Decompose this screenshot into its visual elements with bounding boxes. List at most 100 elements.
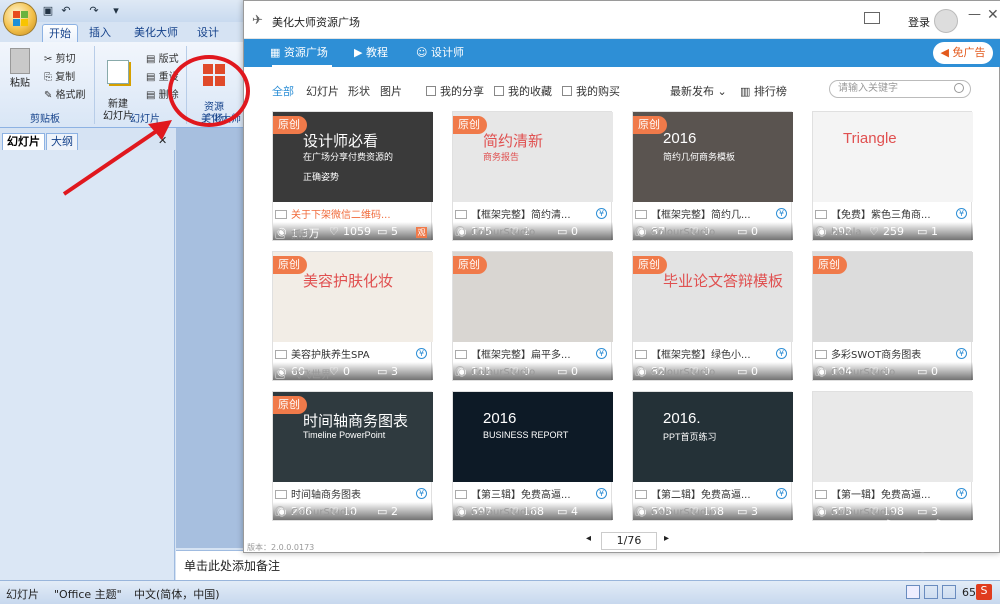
- resource-card[interactable]: 美容护肤化妆 原创 ◉ 60 ♡ 0 ▭ 3 美容护肤养生SPA 飞飞世界 ¥: [272, 251, 433, 381]
- redo-icon[interactable]: ↷: [86, 3, 102, 19]
- card-author[interactable]: ColourStudio: [275, 506, 355, 518]
- card-thumbnail[interactable]: [813, 392, 973, 482]
- my-favorites-checkbox[interactable]: 我的收藏: [494, 83, 552, 99]
- save-icon[interactable]: ▣: [40, 3, 56, 19]
- user-icon: [455, 366, 465, 376]
- sort-dropdown[interactable]: 最新发布 ⌄: [670, 83, 727, 99]
- remove-ads-button[interactable]: ◀ 免广告: [933, 42, 993, 64]
- card-title[interactable]: 美容护肤养生SPA: [275, 346, 429, 361]
- ranking-button[interactable]: ▥ 排行榜: [740, 83, 787, 99]
- card-author[interactable]: 飞飞世界: [275, 366, 331, 381]
- nav-designer[interactable]: ☺ 设计师: [416, 45, 464, 63]
- card-author[interactable]: ColourStudio: [455, 366, 535, 378]
- avatar[interactable]: [934, 9, 958, 33]
- filter-all[interactable]: 全部: [272, 83, 294, 99]
- card-title[interactable]: 多彩SWOT商务图表: [815, 346, 969, 361]
- card-title[interactable]: 【框架完整】简约几...: [635, 206, 789, 221]
- card-thumbnail[interactable]: Triangle: [813, 112, 973, 202]
- card-title[interactable]: 时间轴商务图表: [275, 486, 429, 501]
- card-author[interactable]: ColourStudio: [455, 226, 535, 238]
- card-title[interactable]: 【框架完整】绿色小...: [635, 346, 789, 361]
- tab-insert[interactable]: 插入: [84, 24, 116, 42]
- tab-design[interactable]: 设计: [192, 24, 224, 42]
- version-label: 版本：2.0.0.0173: [247, 543, 315, 552]
- my-purchases-checkbox[interactable]: 我的购买: [562, 83, 620, 99]
- resource-card[interactable]: 2016 简约几何商务模板 原创 ◉ 87 ♡ 0 ▭ 0 【框架完整】简约几... ColourS…: [632, 111, 793, 241]
- card-title[interactable]: 【免费】紫色三角商...: [815, 206, 969, 221]
- my-shares-checkbox[interactable]: 我的分享: [426, 83, 484, 99]
- cut-button[interactable]: ✂ 剪切: [44, 50, 76, 65]
- prev-page-icon[interactable]: ◂: [586, 533, 591, 544]
- normal-view-icon[interactable]: [906, 585, 920, 599]
- page-indicator[interactable]: 1/76: [601, 532, 657, 550]
- paste-button[interactable]: 粘贴: [6, 48, 34, 90]
- card-title-text: 【框架完整】扁平多...: [471, 350, 571, 361]
- like-count: 1059: [343, 225, 371, 238]
- login-link[interactable]: 登录: [908, 14, 930, 30]
- resource-card[interactable]: ◉ 353 ♡ 198 ▭ 3 【第一辑】免费高逼... ColourStudio ¥: [812, 391, 973, 521]
- card-title[interactable]: 【第三辑】免费高逼...: [455, 486, 609, 501]
- mail-icon[interactable]: [864, 12, 880, 24]
- close-icon[interactable]: ✕: [987, 7, 999, 23]
- customize-qat-icon[interactable]: ▾: [108, 3, 124, 19]
- tab-meihua[interactable]: 美化大师: [126, 24, 186, 42]
- slide-sorter-icon[interactable]: [924, 585, 938, 599]
- card-title[interactable]: 【框架完整】扁平多...: [455, 346, 609, 361]
- card-author[interactable]: ColourStudio: [635, 506, 715, 518]
- copy-button[interactable]: ⎘ 复制: [44, 68, 75, 83]
- resource-card[interactable]: 2016. PPT首页练习 ◉ 503 ♡ 158 ▭ 3 【第二辑】免费高逼... Colour…: [632, 391, 793, 521]
- nav-tutorial[interactable]: ▶ 教程: [354, 45, 388, 63]
- card-author[interactable]: ColourStudio: [455, 506, 535, 518]
- card-title[interactable]: 【框架完整】简约清...: [455, 206, 609, 221]
- dialog-title: 美化大师资源广场: [272, 16, 360, 29]
- search-input[interactable]: 请输入关键字: [829, 80, 971, 98]
- slide-thumbnail-panel[interactable]: [0, 150, 175, 580]
- filter-shapes[interactable]: 形状: [348, 83, 370, 99]
- tab-home[interactable]: 开始: [42, 24, 78, 42]
- comment-icon: ▭: [737, 365, 748, 378]
- next-page-icon[interactable]: ▸: [664, 533, 669, 544]
- like-count: 259: [883, 225, 904, 238]
- layout-button[interactable]: ▤ 版式: [146, 50, 179, 65]
- card-author[interactable]: ColourStudio: [635, 226, 715, 238]
- resource-card[interactable]: 毕业论文答辩模板 原创 ◉ 82 ♡ 0 ▭ 0 【框架完整】绿色小... ColourStudi…: [632, 251, 793, 381]
- comment-count: 5: [391, 225, 398, 238]
- resource-card[interactable]: 原创 ◉ 104 ♡ 0 ▭ 0 多彩SWOT商务图表 ColourStudio ¥: [812, 251, 973, 381]
- resource-card[interactable]: 设计师必看 在广场分享付费资源的 正确姿势 原创 ◉ 1.3万 ♡ 1059 ▭ 5 关于下架微信二…: [272, 111, 433, 241]
- resource-card[interactable]: Triangle ◉ 292 ♡ 259 ▭ 1 【免费】紫色三角商... bulala ¥: [812, 111, 973, 241]
- user-icon: [635, 226, 645, 236]
- card-author[interactable]: 抓抓: [275, 226, 311, 241]
- card-author[interactable]: ColourStudio: [635, 366, 715, 378]
- card-title[interactable]: 【第一辑】免费高逼...: [815, 486, 969, 501]
- author-name: ColourStudio: [471, 507, 536, 518]
- card-thumbnail[interactable]: 2016. PPT首页练习: [633, 392, 793, 482]
- filter-slides[interactable]: 幻灯片: [306, 83, 339, 99]
- card-title[interactable]: 【第二辑】免费高逼...: [635, 486, 789, 501]
- undo-icon[interactable]: ↶: [58, 3, 74, 19]
- bar-chart-icon: ▥: [740, 85, 754, 98]
- search-icon[interactable]: [954, 83, 964, 93]
- card-author[interactable]: ColourStudio: [815, 366, 895, 378]
- card-author[interactable]: bulala: [815, 226, 862, 238]
- heart-icon: ♡: [869, 225, 879, 238]
- filter-images[interactable]: 图片: [380, 83, 402, 99]
- minimize-icon[interactable]: —: [968, 7, 981, 22]
- resource-card[interactable]: 时间轴商务图表 Timeline PowerPoint 原创 ◉ 266 ♡ 10 ▭ 2 时间轴…: [272, 391, 433, 521]
- office-button[interactable]: [3, 2, 37, 36]
- slide-type-icon: [815, 350, 827, 359]
- nav-resource-square[interactable]: ▦ 资源广场: [270, 45, 332, 67]
- resource-card[interactable]: 简约清新 商务报告 原创 ◉ 175 ♡ 2 ▭ 0 【框架完整】简约清... ColourStud…: [452, 111, 613, 241]
- yen-icon: ¥: [776, 348, 787, 359]
- slideshow-icon[interactable]: [942, 585, 956, 599]
- resource-card[interactable]: 2016 BUSINESS REPORT ◉ 597 ♡ 168 ▭ 4 【第三辑】免费高逼..…: [452, 391, 613, 521]
- card-title-text: 【免费】紫色三角商...: [831, 210, 931, 221]
- card-thumbnail[interactable]: 2016 BUSINESS REPORT: [453, 392, 613, 482]
- resource-card[interactable]: 原创 ◉ 111 ♡ 0 ▭ 0 【框架完整】扁平多... ColourStudio ¥: [452, 251, 613, 381]
- tab-slides[interactable]: 幻灯片: [2, 133, 45, 150]
- card-title[interactable]: 关于下架微信二维码...: [275, 206, 429, 221]
- slide-editing-area[interactable]: [176, 128, 246, 548]
- user-icon: [815, 366, 825, 376]
- sogou-s-icon[interactable]: S: [976, 584, 992, 600]
- original-badge: 原创: [273, 256, 307, 274]
- slide-type-icon: [815, 490, 827, 499]
